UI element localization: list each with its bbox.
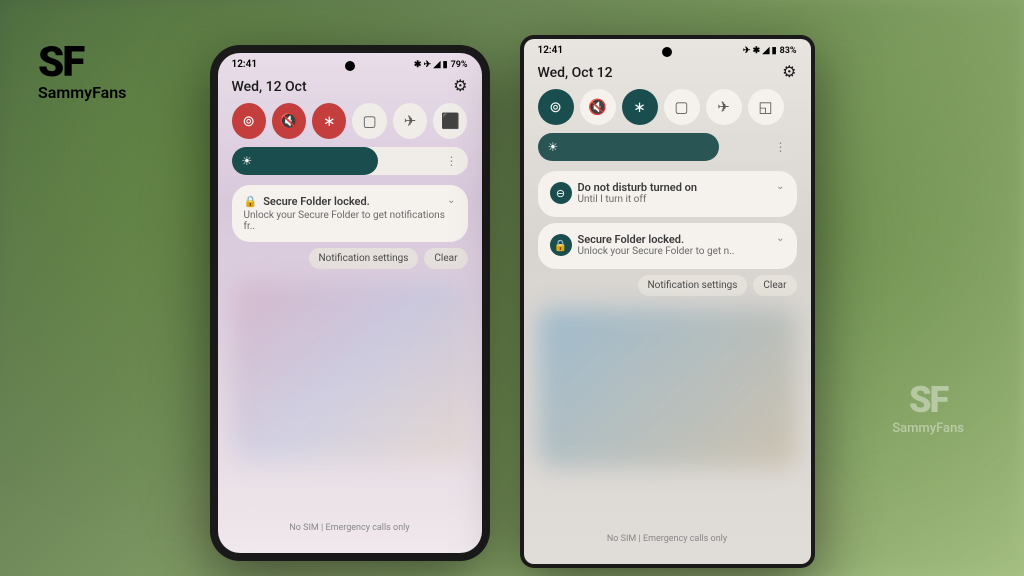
- battery-icon: ▢: [674, 98, 688, 116]
- date-label: Wed, 12 Oct: [232, 79, 307, 95]
- panel-header: Wed, Oct 12 ⚙: [524, 58, 811, 89]
- watermark-top-left: SF SammyFans: [38, 38, 126, 102]
- dnd-icon: ⊖: [550, 182, 572, 204]
- phone-left-screen: 12:41 ✱ ✈ ◢ ▮ 79% Wed, 12 Oct ⚙ ⊚ 🔇 ∗ ▢ …: [218, 53, 482, 553]
- flashlight-toggle[interactable]: ⬛: [433, 103, 467, 139]
- status-icons: ✈ ✱ ◢ ▮: [743, 46, 777, 56]
- notification-settings-button[interactable]: Notification settings: [638, 275, 748, 296]
- panel-header: Wed, 12 Oct ⚙: [218, 72, 482, 103]
- notification-body: Unlock your Secure Folder to get n..: [578, 246, 735, 257]
- blurred-background: [232, 281, 468, 461]
- clear-button[interactable]: Clear: [753, 275, 796, 296]
- blurred-background: [538, 308, 797, 468]
- watermark-name-2: SammyFans: [892, 421, 964, 436]
- camera-cutout: [662, 47, 672, 57]
- power-saving-toggle[interactable]: ▢: [352, 103, 386, 139]
- chevron-down-icon[interactable]: ⌄: [776, 233, 784, 244]
- notification-title: Secure Folder locked.: [578, 233, 735, 246]
- brightness-fill: [232, 147, 378, 175]
- status-icons: ✱ ✈ ◢ ▮: [414, 60, 448, 70]
- status-time: 12:41: [538, 45, 564, 56]
- battery-icon: ▢: [363, 112, 377, 130]
- notification-body: Until I turn it off: [578, 194, 698, 205]
- brightness-fill: [538, 133, 719, 161]
- status-battery: 79%: [451, 60, 468, 70]
- cast-toggle[interactable]: ◱: [748, 89, 784, 125]
- airplane-toggle[interactable]: ✈: [393, 103, 427, 139]
- wifi-icon: ⊚: [242, 112, 255, 130]
- airplane-icon: ✈: [717, 98, 730, 116]
- watermark-logo-2: SF: [892, 379, 964, 421]
- sun-icon: ☀: [548, 140, 559, 154]
- more-icon[interactable]: ⋮: [775, 140, 787, 154]
- notification-actions: Notification settings Clear: [524, 275, 811, 296]
- mute-toggle[interactable]: 🔇: [580, 89, 616, 125]
- notification-settings-button[interactable]: Notification settings: [309, 248, 419, 269]
- bluetooth-icon: ∗: [323, 112, 336, 130]
- mute-toggle[interactable]: 🔇: [272, 103, 306, 139]
- secure-folder-notification[interactable]: 🔒 Secure Folder locked. Unlock your Secu…: [232, 185, 468, 242]
- mute-icon: 🔇: [280, 112, 299, 130]
- notification-title: Do not disturb turned on: [578, 181, 698, 194]
- mute-icon: 🔇: [588, 98, 607, 116]
- lock-icon: 🔒: [244, 195, 258, 208]
- bluetooth-toggle[interactable]: ∗: [312, 103, 346, 139]
- cast-icon: ◱: [758, 98, 772, 116]
- brightness-slider[interactable]: ☀ ⋮: [538, 133, 797, 161]
- phone-left: 12:41 ✱ ✈ ◢ ▮ 79% Wed, 12 Oct ⚙ ⊚ 🔇 ∗ ▢ …: [210, 45, 490, 561]
- wifi-toggle[interactable]: ⊚: [232, 103, 266, 139]
- bluetooth-toggle[interactable]: ∗: [622, 89, 658, 125]
- more-icon[interactable]: ⋮: [446, 154, 458, 168]
- chevron-down-icon[interactable]: ⌄: [776, 181, 784, 192]
- status-time: 12:41: [232, 59, 258, 70]
- phone-right-screen: 12:41 ✈ ✱ ◢ ▮ 83% Wed, Oct 12 ⚙ ⊚ 🔇 ∗ ▢ …: [524, 39, 811, 564]
- sun-icon: ☀: [242, 154, 253, 168]
- status-battery: 83%: [780, 46, 797, 56]
- settings-gear-icon[interactable]: ⚙: [782, 62, 796, 81]
- lock-icon: 🔒: [550, 234, 572, 256]
- watermark-bottom-right: SF SammyFans: [892, 379, 964, 436]
- airplane-icon: ✈: [404, 112, 417, 130]
- sim-status: No SIM | Emergency calls only: [524, 534, 811, 544]
- wifi-icon: ⊚: [549, 98, 562, 116]
- notification-actions: Notification settings Clear: [218, 248, 482, 269]
- notification-title: Secure Folder locked.: [263, 195, 370, 208]
- watermark-name: SammyFans: [38, 83, 126, 102]
- phone-right: 12:41 ✈ ✱ ◢ ▮ 83% Wed, Oct 12 ⚙ ⊚ 🔇 ∗ ▢ …: [520, 35, 815, 568]
- quick-settings-toggles: ⊚ 🔇 ∗ ▢ ✈ ⬛: [218, 103, 482, 147]
- clear-button[interactable]: Clear: [424, 248, 467, 269]
- quick-settings-toggles: ⊚ 🔇 ∗ ▢ ✈ ◱: [524, 89, 811, 133]
- bluetooth-icon: ∗: [633, 98, 646, 116]
- airplane-toggle[interactable]: ✈: [706, 89, 742, 125]
- watermark-logo: SF: [38, 38, 126, 87]
- sim-status: No SIM | Emergency calls only: [218, 523, 482, 533]
- dnd-notification[interactable]: ⊖ Do not disturb turned on Until I turn …: [538, 171, 797, 217]
- wifi-toggle[interactable]: ⊚: [538, 89, 574, 125]
- flashlight-icon: ⬛: [441, 112, 460, 130]
- secure-folder-notification[interactable]: 🔒 Secure Folder locked. Unlock your Secu…: [538, 223, 797, 269]
- date-label: Wed, Oct 12: [538, 65, 613, 81]
- settings-gear-icon[interactable]: ⚙: [453, 76, 467, 95]
- power-saving-toggle[interactable]: ▢: [664, 89, 700, 125]
- camera-cutout: [345, 61, 355, 71]
- chevron-down-icon[interactable]: ⌄: [447, 195, 455, 206]
- notification-body: Unlock your Secure Folder to get notific…: [244, 210, 456, 232]
- brightness-slider[interactable]: ☀ ⋮: [232, 147, 468, 175]
